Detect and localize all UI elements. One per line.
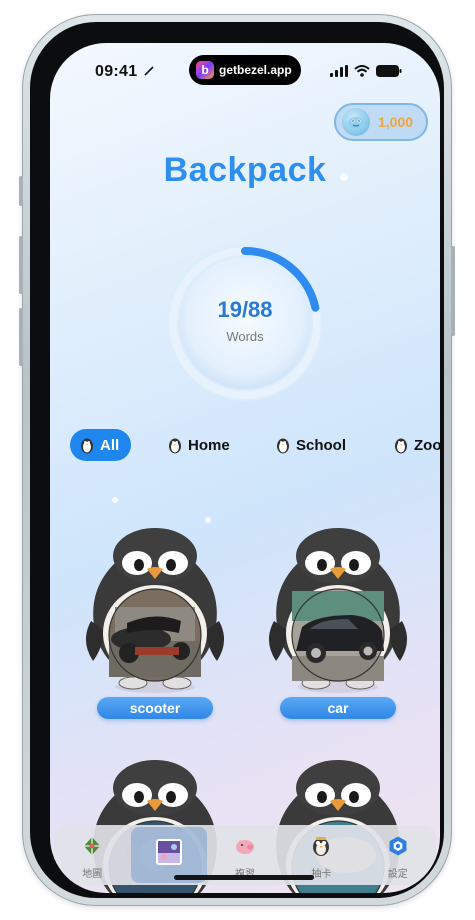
island-text: getbezel.app xyxy=(219,63,292,77)
penguin-holder-icon xyxy=(268,528,408,693)
penguin-icon xyxy=(81,438,93,454)
nav-settings[interactable]: 設定 xyxy=(360,825,436,881)
tab-school[interactable]: School xyxy=(266,429,358,461)
progress-count: 19/88 xyxy=(217,297,273,322)
volume-down-button xyxy=(19,308,23,366)
settings-hexagon-icon xyxy=(389,836,407,856)
dolphin-avatar-icon xyxy=(342,108,370,136)
penguin-icon xyxy=(169,438,181,454)
coin-value: 1,000 xyxy=(378,114,414,130)
word-label: scooter xyxy=(97,697,213,719)
volume-up-button xyxy=(19,236,23,294)
word-label: car xyxy=(280,697,396,719)
nav-label: 地圖 xyxy=(82,869,103,880)
penguin-icon xyxy=(395,438,407,454)
word-progress-ring: 19/88 Words xyxy=(165,243,325,403)
category-tabs: All Home School Zoo xyxy=(70,429,440,463)
bezel: 09:41 b getbezel.app 1,000 Backpack 19/8… xyxy=(30,22,444,898)
status-icons xyxy=(330,65,402,77)
word-card-scooter[interactable]: scooter xyxy=(75,511,235,719)
status-time: 09:41 xyxy=(95,63,154,81)
tab-zoo[interactable]: Zoo xyxy=(384,429,440,461)
tab-label: School xyxy=(296,436,347,454)
penguin-icon xyxy=(277,438,289,454)
nav-map[interactable]: 地圖 xyxy=(54,825,130,881)
coin-balance[interactable]: 1,000 xyxy=(334,103,428,141)
piggy-icon xyxy=(235,840,254,854)
word-card-car[interactable]: car xyxy=(258,511,418,719)
page-title: Backpack xyxy=(163,151,327,189)
home-indicator[interactable] xyxy=(174,875,314,880)
tab-label: Zoo xyxy=(414,436,440,454)
power-button xyxy=(451,246,455,336)
tab-label: Home xyxy=(188,436,230,454)
action-button xyxy=(19,176,23,206)
progress-label: Words xyxy=(226,329,264,344)
cellular-signal-icon xyxy=(330,65,348,77)
tab-all[interactable]: All xyxy=(70,429,132,461)
nav-review[interactable]: 複習 xyxy=(207,825,283,881)
tab-label: All xyxy=(100,436,120,454)
penguin-holder-icon xyxy=(85,528,225,693)
backpack-thumbnail-icon xyxy=(155,839,182,865)
penguin-gacha-icon xyxy=(313,837,330,856)
nav-gacha[interactable]: 抽卡 xyxy=(283,825,359,881)
tab-home[interactable]: Home xyxy=(158,429,242,461)
battery-icon xyxy=(376,65,402,77)
location-arrow-icon xyxy=(144,66,154,76)
phone-frame: 09:41 b getbezel.app 1,000 Backpack 19/8… xyxy=(19,14,455,906)
bezel-logo-icon: b xyxy=(196,61,214,79)
wifi-icon xyxy=(354,65,370,77)
nav-label: 設定 xyxy=(387,869,408,880)
dynamic-island: b getbezel.app xyxy=(189,55,301,85)
sparkle-decoration xyxy=(112,497,118,503)
map-icon xyxy=(84,837,101,855)
app-screen: 09:41 b getbezel.app 1,000 Backpack 19/8… xyxy=(50,43,440,893)
